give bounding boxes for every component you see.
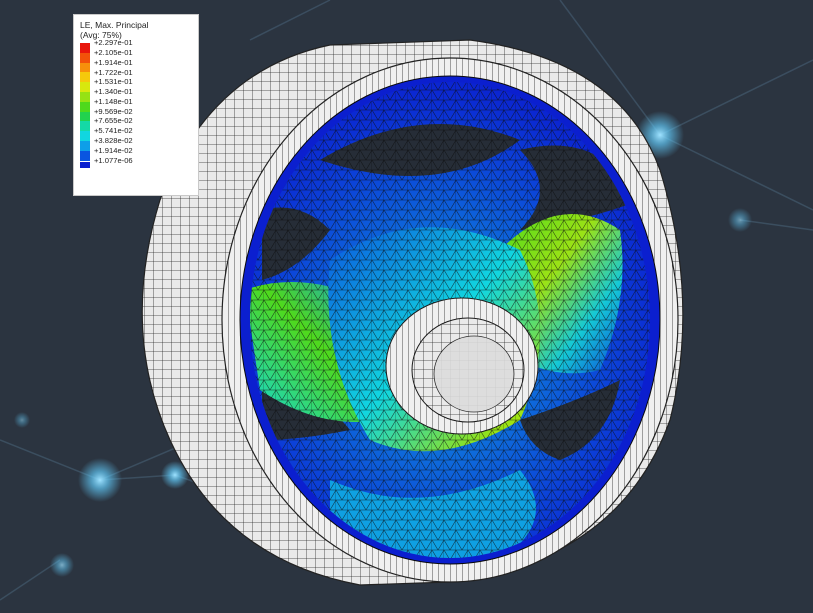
- legend-value: +5.741e-02: [94, 126, 133, 136]
- legend-value: +1.722e-01: [94, 67, 133, 77]
- legend-swatch: [80, 91, 90, 102]
- legend-value: +7.655e-02: [94, 116, 133, 126]
- legend-value: +9.569e-02: [94, 106, 133, 116]
- legend-value: +1.914e-01: [94, 57, 133, 67]
- legend-swatch: [80, 131, 90, 141]
- legend-value: +1.914e-02: [94, 145, 133, 155]
- wheel-mesh-model: [141, 39, 684, 586]
- legend-swatch: [80, 150, 90, 161]
- legend-swatch: [80, 101, 90, 112]
- legend-value: +1.077e-06: [94, 155, 133, 165]
- legend-value: +3.828e-02: [94, 136, 133, 146]
- legend-swatch: [80, 111, 90, 122]
- legend-swatch: [80, 62, 90, 73]
- contour-legend: LE, Max. Principal (Avg: 75%) +2.297e-01…: [73, 14, 199, 196]
- legend-swatch: [80, 52, 90, 63]
- legend-swatch: [80, 82, 90, 92]
- legend-entry: +1.077e-06: [80, 156, 192, 171]
- legend-value: +2.297e-01: [94, 38, 133, 48]
- legend-swatch: [80, 140, 90, 151]
- legend-value: +1.531e-01: [94, 77, 133, 87]
- legend-value: +2.105e-01: [94, 47, 133, 57]
- legend-swatch: [80, 72, 90, 83]
- legend-swatch: [80, 43, 90, 53]
- legend-title: LE, Max. Principal: [80, 20, 149, 30]
- legend-scale: +2.297e-01 +2.105e-01 +1.914e-01 +1.722e…: [80, 38, 192, 171]
- legend-swatch: [80, 121, 90, 132]
- legend-swatch: [80, 162, 90, 169]
- legend-value: +1.148e-01: [94, 96, 133, 106]
- legend-value: +1.340e-01: [94, 87, 133, 97]
